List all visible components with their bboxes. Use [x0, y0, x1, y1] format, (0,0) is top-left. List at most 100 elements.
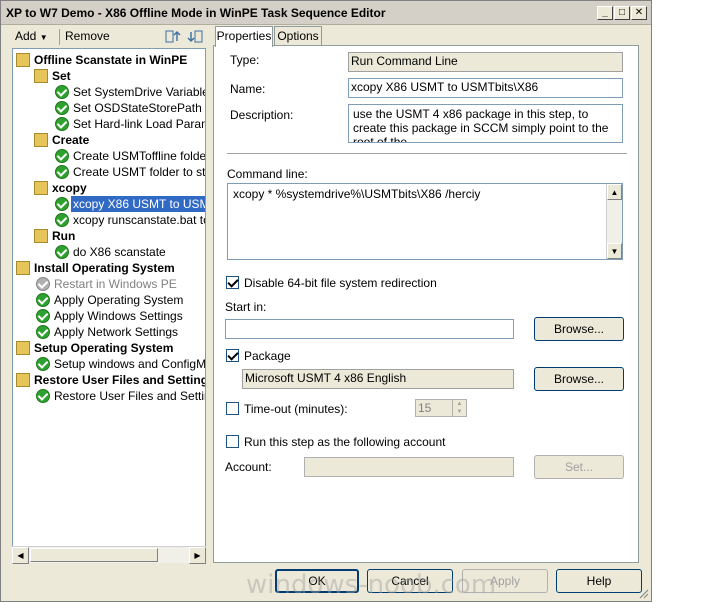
scroll-thumb[interactable]: [30, 548, 158, 562]
timeout-checkbox[interactable]: [226, 402, 239, 415]
tree-horizontal-scrollbar[interactable]: ◀ ▶: [12, 546, 206, 564]
tab-properties[interactable]: Properties: [215, 26, 273, 47]
command-line-textarea[interactable]: xcopy * %systemdrive%\USMTbits\X86 /herc…: [227, 183, 623, 260]
scroll-down-icon[interactable]: ▼: [607, 243, 622, 259]
task-sequence-editor-window: XP to W7 Demo - X86 Offline Mode in WinP…: [0, 0, 652, 602]
folder-icon: [16, 53, 30, 67]
tree-item-label: Restore User Files and Setting: [34, 373, 206, 387]
maximize-icon[interactable]: □: [614, 6, 630, 20]
command-line-value: xcopy * %systemdrive%\USMTbits\X86 /herc…: [233, 187, 481, 201]
timeout-label: Time-out (minutes):: [244, 402, 348, 416]
start-in-input[interactable]: [225, 319, 514, 339]
check-icon: [55, 213, 69, 227]
folder-icon: [34, 181, 48, 195]
package-value: Microsoft USMT 4 x86 English: [242, 369, 514, 389]
tree-item-label: Create USMToffline folder: [73, 149, 206, 163]
section-divider: [227, 153, 627, 155]
check-icon: [55, 85, 69, 99]
tree-item-label: Setup windows and ConfigMgr: [54, 357, 206, 371]
tree-item-label: Run: [52, 229, 76, 243]
tree-item-label: Setup Operating System: [34, 341, 174, 355]
folder-icon: [34, 133, 48, 147]
tree-item-label: xcopy X86 USMT to USMTbi: [71, 196, 205, 212]
package-checkbox[interactable]: [226, 349, 239, 362]
check-icon: [36, 277, 50, 291]
remove-button[interactable]: Remove: [65, 29, 110, 43]
tree-item-label: Set Hard-link Load Paramet: [73, 117, 205, 131]
resize-grip-icon[interactable]: [637, 587, 649, 599]
timeout-spinner[interactable]: ▲ ▼: [452, 399, 467, 417]
tree-item-label: Set SystemDrive Variable: [73, 85, 206, 99]
move-up-icon[interactable]: [165, 29, 181, 44]
tree-item-label: Install Operating System: [34, 261, 175, 275]
run-as-label: Run this step as the following account: [244, 435, 446, 449]
account-label: Account:: [225, 460, 272, 474]
apply-button[interactable]: Apply: [462, 569, 548, 593]
check-icon: [55, 165, 69, 179]
scroll-right-icon[interactable]: ▶: [189, 547, 206, 564]
check-icon: [36, 293, 50, 307]
tree-toolbar: Add ▼ Remove: [7, 27, 207, 47]
type-label: Type:: [230, 53, 260, 67]
tree-item-label: xcopy runscanstate.bat to: [73, 213, 206, 227]
command-line-scrollbar[interactable]: ▲ ▼: [606, 184, 622, 259]
tree-item-label: Create USMT folder to stor: [73, 165, 206, 179]
folder-icon: [16, 373, 30, 387]
tree-item-label: Offline Scanstate in WinPE: [34, 53, 188, 67]
name-label: Name:: [230, 82, 266, 96]
cancel-button[interactable]: Cancel: [367, 569, 453, 593]
description-label: Description:: [230, 108, 294, 122]
check-icon: [55, 117, 69, 131]
tree-item-label: do X86 scanstate: [73, 245, 166, 259]
add-button-label: Add: [15, 29, 37, 43]
package-browse-button[interactable]: Browse...: [534, 367, 624, 391]
account-set-button[interactable]: Set...: [534, 455, 624, 479]
scroll-left-icon[interactable]: ◀: [12, 547, 29, 564]
toolbar-separator: [59, 29, 60, 45]
command-line-label: Command line:: [227, 167, 308, 181]
tab-options[interactable]: Options: [274, 26, 322, 46]
spin-up-icon[interactable]: ▲: [453, 400, 466, 408]
move-down-icon[interactable]: [187, 29, 203, 44]
tree-item-label: Restart in Windows PE: [54, 277, 177, 291]
folder-icon: [16, 341, 30, 355]
task-sequence-tree[interactable]: Offline Scanstate in WinPE Set Set Syste…: [12, 48, 206, 563]
spin-down-icon[interactable]: ▼: [453, 408, 466, 416]
tree-item-label: Apply Operating System: [54, 293, 184, 307]
start-in-browse-button[interactable]: Browse...: [534, 317, 624, 341]
add-button[interactable]: Add ▼: [15, 29, 48, 43]
close-icon[interactable]: ✕: [631, 6, 647, 20]
check-icon: [36, 389, 50, 403]
timeout-input[interactable]: 15: [415, 399, 453, 417]
disable-redirection-checkbox[interactable]: [226, 276, 239, 289]
check-icon: [36, 309, 50, 323]
scroll-up-icon[interactable]: ▲: [607, 184, 622, 200]
title-bar[interactable]: XP to W7 Demo - X86 Offline Mode in WinP…: [1, 1, 651, 25]
tree-item-label: Set OSDStateStorePath Ta: [73, 101, 206, 115]
start-in-label: Start in:: [225, 300, 267, 314]
run-as-checkbox[interactable]: [226, 435, 239, 448]
tree-item-label: xcopy: [52, 181, 87, 195]
folder-icon: [16, 261, 30, 275]
tree-item-label: Restore User Files and Settings: [54, 389, 205, 403]
type-value: Run Command Line: [348, 52, 623, 72]
check-icon: [55, 197, 69, 211]
check-icon: [36, 325, 50, 339]
folder-icon: [34, 69, 48, 83]
name-input[interactable]: xcopy X86 USMT to USMTbits\X86: [348, 78, 623, 98]
tree-item-label: Apply Windows Settings: [54, 309, 183, 323]
ok-button[interactable]: OK: [275, 569, 359, 593]
chevron-down-icon: ▼: [39, 33, 48, 42]
tree-item-label: Create: [52, 133, 90, 147]
package-label: Package: [244, 349, 291, 363]
help-button[interactable]: Help: [556, 569, 642, 593]
account-input[interactable]: [304, 457, 514, 477]
description-textarea[interactable]: use the USMT 4 x86 package in this step,…: [348, 104, 623, 143]
window-title: XP to W7 Demo - X86 Offline Mode in WinP…: [6, 6, 386, 20]
folder-icon: [34, 229, 48, 243]
check-icon: [55, 101, 69, 115]
tree-item-label: Apply Network Settings: [54, 325, 179, 339]
check-icon: [36, 357, 50, 371]
tree-item-label: Set: [52, 69, 71, 83]
minimize-icon[interactable]: _: [597, 6, 613, 20]
